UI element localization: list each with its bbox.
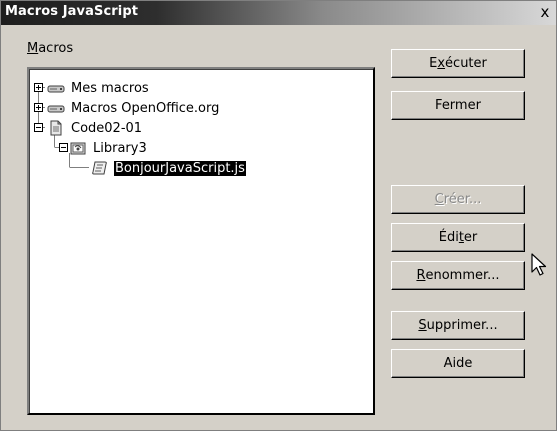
tree-item-label: Library3 xyxy=(93,140,147,156)
macros-label-mnemonic: M xyxy=(27,41,39,56)
create-label-mnemonic: C xyxy=(434,192,444,207)
edit-label-post: er xyxy=(463,230,478,245)
title-bar[interactable]: Macros JavaScript x xyxy=(1,1,556,25)
tree-item-library3[interactable]: Library3 xyxy=(69,139,148,157)
expander-mes-macros[interactable] xyxy=(34,83,43,92)
create-button[interactable]: Créer... xyxy=(391,185,525,214)
delete-label-post: upprimer... xyxy=(426,318,498,333)
tree-item-macros-openoffice[interactable]: Macros OpenOffice.org xyxy=(47,99,220,117)
help-button[interactable]: Aide xyxy=(391,349,525,378)
execute-button[interactable]: Ex écuter xyxy=(391,49,525,78)
tree-item-label: BonjourJavaScript.js xyxy=(114,160,246,176)
expander-macros-openoffice[interactable] xyxy=(34,103,43,112)
macros-label: Macros xyxy=(27,41,73,56)
execute-label-post: écuter xyxy=(445,56,487,71)
tree-item-bonjourjavascript[interactable]: BonjourJavaScript.js xyxy=(91,159,246,177)
library-icon xyxy=(70,142,86,155)
edit-label-pre: Édi xyxy=(438,230,459,245)
close-button[interactable]: Fermer xyxy=(391,91,525,120)
document-icon xyxy=(50,120,62,136)
tree-item-label: Code02-01 xyxy=(71,120,143,136)
rename-label-mnemonic: R xyxy=(416,268,426,283)
mouse-pointer-icon xyxy=(531,253,547,276)
close-label: Fermer xyxy=(435,98,481,113)
collapser-code02-01[interactable] xyxy=(34,123,43,132)
macros-label-rest: acros xyxy=(38,41,74,56)
macros-dialog: Macros JavaScript x Macros Mes macros Ma… xyxy=(0,0,557,431)
collapser-library3[interactable] xyxy=(59,143,68,152)
tree-item-label: Mes macros xyxy=(71,80,149,96)
delete-label-mnemonic: S xyxy=(418,318,427,333)
tree-item-mes-macros[interactable]: Mes macros xyxy=(47,79,150,97)
rename-label-post: enommer... xyxy=(425,268,500,283)
window-title: Macros JavaScript xyxy=(5,4,139,19)
drive-icon xyxy=(47,105,65,113)
tree-item-code02-01[interactable]: Code02-01 xyxy=(47,119,143,137)
help-label: Aide xyxy=(443,356,473,371)
edit-button[interactable]: Édi t er xyxy=(391,223,525,252)
macro-tree[interactable]: Mes macros Macros OpenOffice.org Code02-… xyxy=(27,67,375,415)
rename-button[interactable]: Renommer... xyxy=(391,261,525,290)
close-window-button[interactable]: x xyxy=(536,3,554,21)
script-icon xyxy=(92,161,107,175)
execute-label-mnemonic: x xyxy=(437,56,446,71)
create-label-post: réer... xyxy=(443,192,482,207)
delete-button[interactable]: Supprimer... xyxy=(391,311,525,340)
tree-item-label: Macros OpenOffice.org xyxy=(71,100,220,116)
execute-label-pre: E xyxy=(429,56,438,71)
drive-icon xyxy=(47,85,65,93)
